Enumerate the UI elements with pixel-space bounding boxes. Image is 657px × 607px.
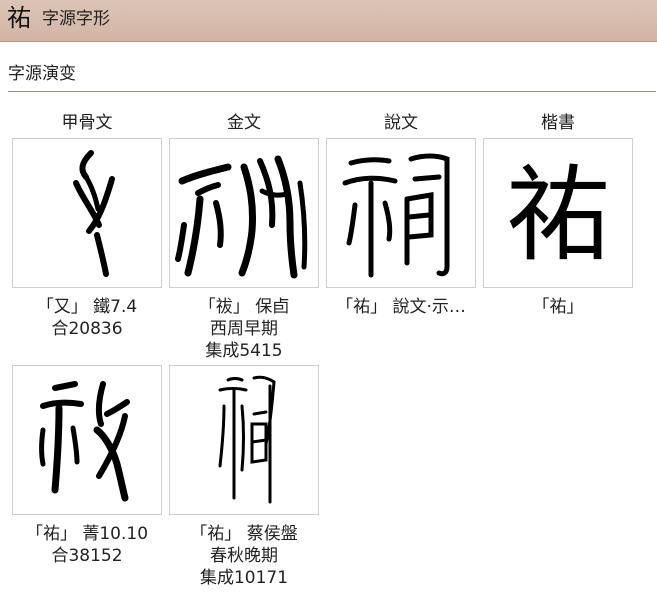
glyph-cell[interactable]: 「祓」 保卣 西周早期 集成5415 — [169, 138, 319, 362]
glyph-caption: 「祓」 保卣 西周早期 集成5415 — [198, 297, 290, 361]
glyph-caption: 「又」 鐵7.4 合20836 — [36, 297, 138, 339]
glyph-cell[interactable]: 「又」 鐵7.4 合20836 — [12, 138, 162, 340]
glyph-cell[interactable]: 「祐」 菁10.10 合38152 — [12, 365, 162, 567]
page-header: 祐 字源字形 — [0, 0, 657, 42]
glyph-cell[interactable]: 祐 「祐」 — [483, 138, 633, 318]
glyph-caption: 「祐」 蔡侯盤 春秋晚期 集成10171 — [190, 524, 298, 588]
glyph-caption: 「祐」 說文·示… — [336, 297, 466, 317]
header-title: 字源字形 — [42, 9, 110, 29]
glyph-image-kaishu[interactable]: 祐 — [483, 138, 633, 288]
glyph-image-oracle-2[interactable] — [12, 365, 162, 515]
glyph-cell[interactable]: 「祐」 蔡侯盤 春秋晚期 集成10171 — [169, 365, 319, 589]
column-header-shuowen: 說文 — [384, 113, 418, 133]
section-title: 字源演变 — [8, 64, 76, 84]
column-header-kaishu: 楷書 — [541, 113, 575, 133]
svg-text:祐: 祐 — [506, 154, 610, 276]
column-header-oracle: 甲骨文 — [61, 113, 113, 133]
glyph-image-oracle[interactable] — [12, 138, 162, 288]
glyph-image-bronze-2[interactable] — [169, 365, 319, 515]
section-divider — [8, 91, 656, 92]
column-header-bronze: 金文 — [227, 113, 261, 133]
glyph-caption: 「祐」 — [532, 297, 584, 317]
glyph-image-shuowen[interactable] — [326, 138, 476, 288]
glyph-image-bronze[interactable] — [169, 138, 319, 288]
glyph-caption: 「祐」 菁10.10 合38152 — [25, 524, 149, 566]
glyph-cell[interactable]: 「祐」 說文·示… — [326, 138, 476, 318]
header-character: 祐 — [7, 4, 31, 32]
